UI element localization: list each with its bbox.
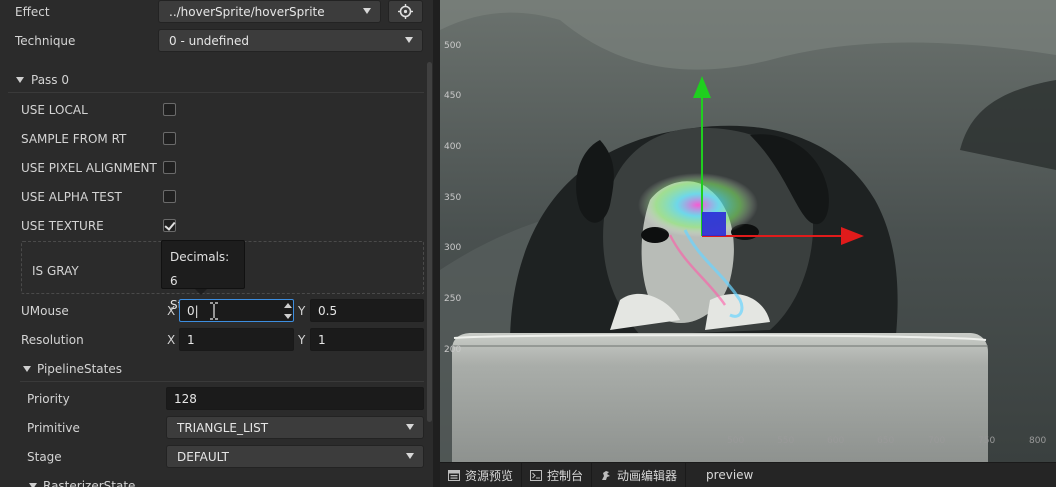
technique-label: Technique [15,34,76,48]
umouse-y-value: 0.5 [318,303,338,318]
pass-label[interactable]: Pass 0 [31,73,69,87]
y-tick-label: 300 [444,243,462,253]
chevron-down-icon [406,424,414,430]
primitive-value: TRIANGLE_LIST [177,420,269,435]
x-tick-label: 700 [928,436,946,446]
stage-dropdown[interactable]: DEFAULT [166,445,424,468]
resolution-x-input[interactable]: 1 [179,328,294,351]
panel-splitter[interactable] [433,0,440,487]
umouse-label: UMouse [21,304,69,318]
text-cursor-icon [210,302,218,320]
resolution-y-value: 1 [318,332,326,347]
stage-value: DEFAULT [177,449,229,464]
primitive-label: Primitive [27,421,80,435]
tab-animation-editor[interactable]: 动画编辑器 [592,463,687,487]
resolution-x-label: X [167,333,176,347]
sample-from-rt-checkbox[interactable] [163,132,176,145]
y-tick-label: 500 [444,41,462,51]
resolution-label: Resolution [21,333,84,347]
y-tick-label: 200 [444,345,462,355]
tab-console[interactable]: 控制台 [522,463,593,487]
image-icon [448,469,460,481]
locate-effect-button[interactable] [388,0,423,23]
use-local-label: USE LOCAL [21,103,88,117]
shader-hover-effect [638,173,758,237]
use-alpha-test-checkbox[interactable] [163,190,176,203]
x-tick-label: 800 [1029,436,1047,446]
stage-label: Stage [27,450,62,464]
x-tick-label: 500 [727,436,745,446]
use-pixel-alignment-checkbox[interactable] [163,161,176,174]
y-tick-label: 400 [444,142,462,152]
resolution-y-label: Y [298,333,306,347]
laptop-seam [452,345,988,347]
x-tick-label: 650 [877,436,895,446]
is-gray-label: IS GRAY [32,264,79,278]
tab-label: 控制台 [547,468,584,483]
effect-value: ../hoverSprite/hoverSprite [169,4,325,19]
x-tick-label: 550 [777,436,795,446]
divider [8,92,424,93]
pipeline-states-label[interactable]: PipelineStates [37,362,122,376]
chevron-down-icon [406,453,414,459]
effect-dropdown[interactable]: ../hoverSprite/hoverSprite [158,0,381,23]
umouse-x-stepper[interactable] [283,301,293,322]
tooltip: Decimals: 6 Step: 1 [161,240,245,312]
inspector-panel: Effect ../hoverSprite/hoverSprite Techni… [0,0,433,487]
tab-assets-preview[interactable]: 资源预览 [440,463,523,487]
scrollbar-thumb[interactable] [427,62,432,422]
use-local-checkbox[interactable] [163,103,176,116]
resolution-y-input[interactable]: 1 [310,328,424,351]
primitive-dropdown[interactable]: TRIANGLE_LIST [166,416,424,439]
use-texture-checkbox[interactable] [163,219,176,232]
tab-label: preview [706,468,754,482]
bottom-tab-bar: 资源预览 控制台 动画编辑器 preview [440,462,1056,487]
decrement-icon[interactable] [284,314,292,319]
technique-dropdown[interactable]: 0 - undefined [158,29,423,52]
gizmo-center-handle[interactable] [702,212,726,236]
priority-input[interactable]: 128 [166,387,424,410]
laptop [452,333,988,462]
resolution-x-value: 1 [187,332,195,347]
priority-label: Priority [27,392,70,406]
tab-preview[interactable]: preview [686,463,761,487]
console-icon [530,469,543,481]
sample-from-rt-label: SAMPLE FROM RT [21,132,127,146]
tab-label: 资源预览 [465,468,514,483]
tooltip-arrow [195,289,207,295]
increment-icon[interactable] [284,303,292,308]
crosshair-icon [398,4,413,19]
divider [20,381,424,382]
animation-icon [602,470,611,480]
effect-label: Effect [15,5,50,19]
technique-value: 0 - undefined [169,33,249,48]
y-tick-label: 450 [444,91,462,101]
umouse-x-value: 0| [187,303,199,318]
collapse-rasterizer-icon[interactable] [29,483,37,487]
x-tick-label: 600 [827,436,845,446]
tab-label: 动画编辑器 [617,468,678,483]
priority-value: 128 [174,391,197,406]
umouse-x-input[interactable]: 0| [179,299,294,322]
y-tick-label: 350 [444,193,462,203]
use-alpha-test-label: USE ALPHA TEST [21,190,122,204]
y-tick-label: 250 [444,294,462,304]
umouse-y-input[interactable]: 0.5 [310,299,424,322]
rasterizer-state-label[interactable]: RasterizerState [43,479,135,487]
umouse-y-label: Y [298,304,306,318]
use-pixel-alignment-label: USE PIXEL ALIGNMENT [21,161,157,175]
x-tick-label: 750 [978,436,996,446]
umouse-x-label: X [167,304,176,318]
collapse-pass-icon[interactable] [16,77,24,83]
tooltip-decimals: Decimals: 6 [170,250,230,288]
chevron-down-icon [363,8,371,14]
chevron-down-icon [405,37,413,43]
collapse-pipeline-icon[interactable] [23,366,31,372]
use-texture-label: USE TEXTURE [21,219,104,233]
scene-canvas [440,0,1056,462]
scene-view[interactable]: 500 450 400 350 300 250 200 500 550 600 … [440,0,1056,462]
